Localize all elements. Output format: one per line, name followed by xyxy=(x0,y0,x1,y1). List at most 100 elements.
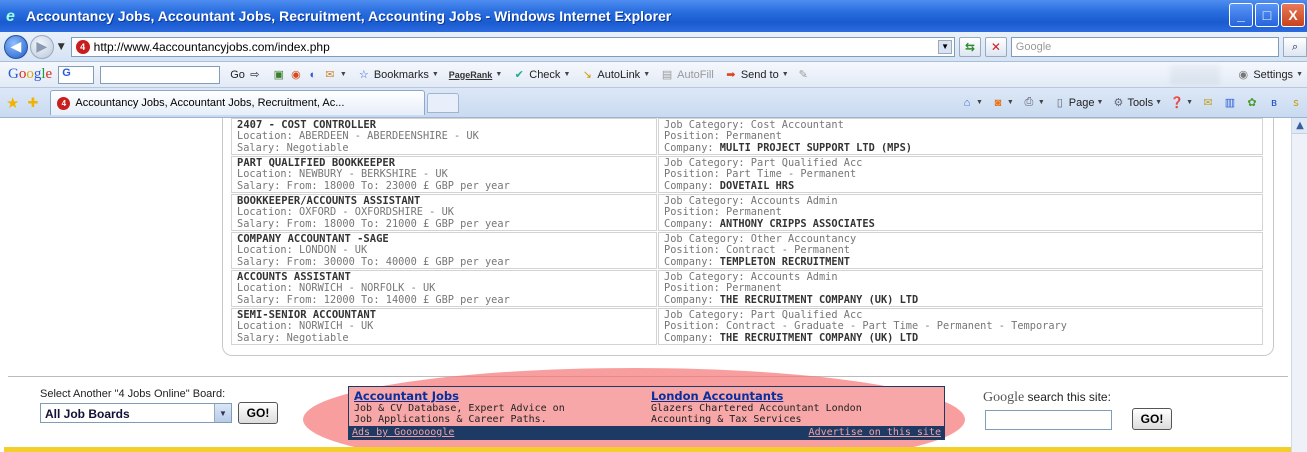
command-bar: ⌂ ▼ ◙ ▼ ⎙ ▼ ▯ Page ▼ ⚙ Tools ▼ ❓ ▼ ✉ ▥ ✿ ʙ ꜱ xyxy=(954,96,1303,110)
ad-text: Job & CV Database, Expert Advice on xyxy=(354,403,565,414)
address-dropdown-icon[interactable]: ▼ xyxy=(938,39,953,54)
job-location: Location: OXFORD - OXFORDSHIRE - UK xyxy=(237,206,454,219)
board-go-button[interactable]: GO! xyxy=(238,402,278,424)
help-button[interactable]: ❓ ▼ xyxy=(1170,96,1193,110)
window-title-bar: e Accountancy Jobs, Accountant Jobs, Rec… xyxy=(0,0,1307,32)
favorites-star-icon[interactable]: ★ xyxy=(6,94,19,112)
new-tab-button[interactable] xyxy=(427,92,460,113)
autofill-button[interactable]: ▤ AutoFill xyxy=(660,68,714,82)
live-search-input[interactable]: Google xyxy=(1010,36,1280,57)
tools-menu[interactable]: ⚙ Tools ▼ xyxy=(1111,96,1163,110)
spellcheck-icon: ✔ xyxy=(514,69,524,81)
send-icon: ➡ xyxy=(726,69,736,81)
google-logo: Google xyxy=(8,66,53,82)
address-input[interactable]: 4 http://www.4accountancyjobs.com/index.… xyxy=(70,36,956,57)
page-menu[interactable]: ▯ Page ▼ xyxy=(1053,96,1104,110)
job-details-cell: Job Category: Accounts Admin Position: P… xyxy=(658,194,1263,231)
job-details-cell: Job Category: Accounts Admin Position: P… xyxy=(658,270,1263,307)
job-company: Company: DOVETAIL HRS xyxy=(664,179,795,192)
addon-4[interactable]: ʙ xyxy=(1267,96,1281,110)
job-company: Company: MULTI PROJECT SUPPORT LTD (MPS) xyxy=(664,141,912,154)
research-icon: ▥ xyxy=(1224,97,1236,109)
settings-button[interactable]: ◉ Settings ▼ xyxy=(1236,68,1304,82)
job-company: Company: THE RECRUITMENT COMPANY (UK) LT… xyxy=(664,293,919,306)
site-search-input[interactable] xyxy=(985,410,1112,430)
vertical-scrollbar[interactable]: ▲ xyxy=(1291,118,1307,452)
google-go-button[interactable]: Go ⇨ xyxy=(230,68,262,82)
scroll-up-icon[interactable]: ▲ xyxy=(1292,118,1307,134)
autofill-icon: ▤ xyxy=(661,69,673,81)
history-dropdown-icon[interactable]: ▼ xyxy=(58,42,65,52)
pencil-icon[interactable]: ✎ xyxy=(799,68,808,81)
add-favorites-icon[interactable]: ✚ xyxy=(27,95,38,111)
addon-2[interactable]: ▥ xyxy=(1223,96,1237,110)
sendto-button[interactable]: ➡ Send to ▼ xyxy=(724,68,788,82)
home-button[interactable]: ⌂ ▼ xyxy=(960,96,983,110)
job-summary-cell: 2407 - COST CONTROLLER Location: ABERDEE… xyxy=(231,118,657,155)
pagerank-button[interactable]: PageRank ▼ xyxy=(449,70,502,80)
job-details-cell: Job Category: Part Qualified Acc Positio… xyxy=(658,308,1263,345)
job-location: Location: NEWBURY - BERKSHIRE - UK xyxy=(237,168,448,181)
translate-icon: ꜱ xyxy=(1293,97,1299,109)
job-salary: Salary: From: 18000 To: 23000 £ GBP per … xyxy=(237,179,510,192)
google-menu-button[interactable]: G xyxy=(58,65,95,84)
ads-by-google-link[interactable]: Ads by Goooooogle xyxy=(352,427,454,438)
forward-button[interactable]: ▶ xyxy=(29,34,54,59)
job-summary-cell: BOOKKEEPER/ACCOUNTS ASSISTANT Location: … xyxy=(231,194,657,231)
close-button[interactable]: X xyxy=(1281,3,1305,27)
ie-logo-icon: e xyxy=(6,8,15,25)
job-company: Company: THE RECRUITMENT COMPANY (UK) LT… xyxy=(664,331,919,344)
site-search-go-button[interactable]: GO! xyxy=(1132,408,1172,430)
ad-text: Job Applications & Career Paths. xyxy=(354,414,547,425)
back-button[interactable]: ◀ xyxy=(4,34,28,59)
board-select-value: All Job Boards xyxy=(45,407,130,421)
job-salary: Salary: From: 12000 To: 14000 £ GBP per … xyxy=(237,293,510,306)
board-select[interactable]: All Job Boards ▼ xyxy=(40,403,232,423)
autolink-button[interactable]: ↘ AutoLink ▼ xyxy=(580,68,650,82)
print-button[interactable]: ⎙ ▼ xyxy=(1022,96,1044,110)
bookmarks-button[interactable]: ☆ Bookmarks ▼ xyxy=(357,68,439,82)
obscured-area xyxy=(1170,65,1220,85)
site-favicon-icon: 4 xyxy=(75,39,90,54)
tab-accountancy-jobs[interactable]: 4 Accountancy Jobs, Accountant Jobs, Rec… xyxy=(50,90,426,115)
addon-3[interactable]: ✿ xyxy=(1245,96,1259,110)
job-details-cell: Job Category: Cost Accountant Position: … xyxy=(658,118,1263,155)
search-icon[interactable]: ⌕ xyxy=(1283,36,1307,57)
google-toolbar-search[interactable] xyxy=(100,65,221,84)
google-ads-box: Accountant Jobs Job & CV Database, Exper… xyxy=(348,386,945,440)
help-icon: ❓ xyxy=(1170,97,1184,109)
bottom-accent-bar xyxy=(4,447,1291,452)
ad-title-link[interactable]: Accountant Jobs xyxy=(354,390,565,403)
address-url: http://www.4accountancyjobs.com/index.ph… xyxy=(93,39,330,54)
refresh-button[interactable]: ⇆ xyxy=(959,36,981,57)
ad-text: Accounting & Tax Services xyxy=(651,414,802,425)
advertise-link[interactable]: Advertise on this site xyxy=(809,427,941,438)
job-salary: Salary: Negotiable xyxy=(237,141,349,154)
minimize-button[interactable]: _ xyxy=(1229,3,1253,27)
addon-1[interactable]: ✉ xyxy=(1201,96,1215,110)
site-search-label: Google search this site: xyxy=(983,390,1111,405)
image-search-icon: ▣ xyxy=(273,69,285,81)
job-salary: Salary: From: 30000 To: 40000 £ GBP per … xyxy=(237,255,510,268)
settings-icon: ◉ xyxy=(1238,69,1249,81)
ad-accountant-jobs: Accountant Jobs Job & CV Database, Exper… xyxy=(354,390,565,426)
rss-icon: ◙ xyxy=(994,96,1002,109)
spellcheck-button[interactable]: ✔ Check ▼ xyxy=(512,68,571,82)
stop-button[interactable]: ✕ xyxy=(984,36,1007,57)
address-bar-row: ◀ ▶ ▼ 4 http://www.4accountancyjobs.com/… xyxy=(0,32,1307,62)
toolbar-icons[interactable]: ▣ ◉ ◐ ✉ ▼ xyxy=(272,68,347,82)
feeds-button[interactable]: ◙ ▼ xyxy=(991,96,1014,110)
arrow-icon: ⇨ xyxy=(250,69,260,81)
job-location: Location: LONDON - UK xyxy=(237,244,368,257)
job-summary-cell: PART QUALIFIED BOOKKEEPER Location: NEWB… xyxy=(231,156,657,193)
tab-label: Accountancy Jobs, Accountant Jobs, Recru… xyxy=(75,97,345,109)
job-listings-panel: 2407 - COST CONTROLLER Location: ABERDEE… xyxy=(222,118,1274,356)
ad-text: Glazers Chartered Accountant London xyxy=(651,403,862,414)
chevron-down-icon[interactable]: ▼ xyxy=(214,404,231,422)
addon-5[interactable]: ꜱ xyxy=(1289,96,1303,110)
ad-title-link[interactable]: London Accountants xyxy=(651,390,862,403)
maximize-button[interactable]: □ xyxy=(1255,3,1279,27)
job-company: Company: ANTHONY CRIPPS ASSOCIATES xyxy=(664,217,875,230)
job-row: SEMI-SENIOR ACCOUNTANT Location: NORWICH… xyxy=(231,308,1263,345)
job-company: Company: TEMPLETON RECRUITMENT xyxy=(664,255,850,268)
